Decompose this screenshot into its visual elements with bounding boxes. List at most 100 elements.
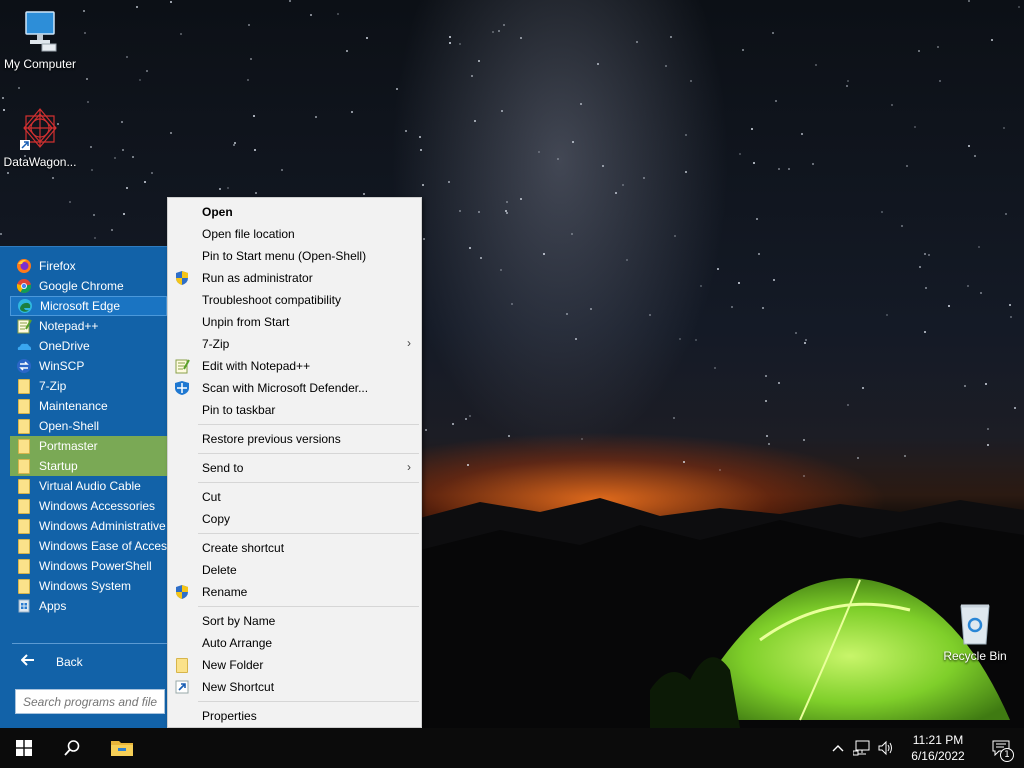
menu-item-label: Cut [202, 490, 221, 504]
star [255, 192, 257, 194]
menu-item-copy[interactable]: Copy [168, 508, 421, 530]
program-folder-maintenance[interactable]: Maintenance [10, 396, 167, 416]
menu-item-unpin-from-start[interactable]: Unpin from Start [168, 311, 421, 333]
program-folder-windows-administrative-tools[interactable]: Windows Administrative Tools [10, 516, 167, 536]
menu-item-new-shortcut[interactable]: New Shortcut [168, 676, 421, 698]
star [449, 36, 451, 38]
program-item-winscp[interactable]: WinSCP [10, 356, 167, 376]
star [18, 87, 20, 89]
arrow-left-icon [14, 653, 42, 671]
star [405, 130, 407, 132]
star [420, 149, 422, 151]
menu-item-edit-with-notepadpp[interactable]: Edit with Notepad++ [168, 355, 421, 377]
star [967, 285, 969, 287]
star [126, 187, 128, 189]
star [788, 168, 790, 170]
menu-item-open[interactable]: Open [168, 201, 421, 223]
winscp-icon [16, 358, 32, 374]
menu-item-label: Sort by Name [202, 614, 276, 628]
chevron-up-icon[interactable] [826, 728, 850, 768]
star [665, 65, 667, 67]
clock[interactable]: 11:21 PM 6/16/2022 [898, 732, 978, 764]
program-folder-portmaster[interactable]: Portmaster [10, 436, 167, 456]
star [94, 237, 96, 239]
desktop-icon-recycle-bin[interactable]: Recycle Bin [935, 600, 1015, 663]
program-folder-windows-system[interactable]: Windows System [10, 576, 167, 596]
back-button[interactable]: Back [10, 650, 167, 674]
desktop-icon-label: DataWagon... [3, 155, 77, 169]
menu-item-pin-to-start[interactable]: Pin to Start menu (Open-Shell) [168, 245, 421, 267]
program-folder-open-shell[interactable]: Open-Shell [10, 416, 167, 436]
star [924, 253, 926, 255]
star [86, 78, 88, 80]
search-input[interactable] [15, 689, 165, 714]
star [775, 100, 777, 102]
menu-item-restore-previous-versions[interactable]: Restore previous versions [168, 428, 421, 450]
star [753, 162, 755, 164]
star [695, 339, 697, 341]
program-item-notepadpp[interactable]: Notepad++ [10, 316, 167, 336]
program-item-firefox[interactable]: Firefox [10, 256, 167, 276]
program-item-google-chrome[interactable]: Google Chrome [10, 276, 167, 296]
volume-icon[interactable] [874, 728, 898, 768]
program-item-microsoft-edge[interactable]: Microsoft Edge [10, 296, 167, 316]
menu-item-label: Rename [202, 585, 248, 599]
program-folder-windows-powershell[interactable]: Windows PowerShell [10, 556, 167, 576]
folder-icon [16, 438, 32, 454]
star [964, 385, 966, 387]
star [2, 97, 4, 99]
menu-item-properties[interactable]: Properties [168, 705, 421, 727]
menu-item-send-to[interactable]: Send to › [168, 457, 421, 479]
action-center-button[interactable]: 1 [978, 728, 1024, 768]
menu-item-run-as-administrator[interactable]: Run as administrator [168, 267, 421, 289]
menu-item-7zip[interactable]: 7-Zip › [168, 333, 421, 355]
program-folder-7zip[interactable]: 7-Zip [10, 376, 167, 396]
star [918, 50, 920, 52]
menu-item-auto-arrange[interactable]: Auto Arrange [168, 632, 421, 654]
star [114, 157, 116, 159]
onedrive-icon [16, 338, 32, 354]
menu-item-rename[interactable]: Rename [168, 581, 421, 603]
program-folder-windows-ease-of-access[interactable]: Windows Ease of Access [10, 536, 167, 556]
star [891, 104, 893, 106]
program-item-apps[interactable]: Apps [10, 596, 167, 616]
star [281, 169, 283, 171]
menu-item-cut[interactable]: Cut [168, 486, 421, 508]
desktop-icon-datawagon[interactable]: DataWagon... [0, 106, 80, 169]
program-label: OneDrive [39, 339, 90, 353]
search-button[interactable] [48, 728, 96, 768]
star [978, 246, 980, 248]
star [847, 80, 849, 82]
folder-icon [16, 398, 32, 414]
star [580, 103, 582, 105]
clock-date: 6/16/2022 [911, 749, 965, 763]
chrome-icon [16, 278, 32, 294]
star [803, 475, 805, 477]
menu-item-scan-with-defender[interactable]: Scan with Microsoft Defender... [168, 377, 421, 399]
star [881, 211, 883, 213]
menu-item-create-shortcut[interactable]: Create shortcut [168, 537, 421, 559]
file-explorer-button[interactable] [98, 728, 146, 768]
menu-item-pin-to-taskbar[interactable]: Pin to taskbar [168, 399, 421, 421]
menu-item-delete[interactable]: Delete [168, 559, 421, 581]
menu-item-sort-by-name[interactable]: Sort by Name [168, 610, 421, 632]
star [968, 0, 970, 2]
program-folder-virtual-audio-cable[interactable]: Virtual Audio Cable [10, 476, 167, 496]
star [52, 177, 54, 179]
star [69, 201, 71, 203]
menu-item-new-folder[interactable]: New Folder [168, 654, 421, 676]
network-icon[interactable] [850, 728, 874, 768]
start-button[interactable] [0, 728, 48, 768]
menu-item-troubleshoot-compatibility[interactable]: Troubleshoot compatibility [168, 289, 421, 311]
program-item-onedrive[interactable]: OneDrive [10, 336, 167, 356]
desktop-icon-my-computer[interactable]: My Computer [0, 10, 80, 71]
star [571, 233, 573, 235]
menu-separator [168, 698, 421, 705]
chevron-right-icon: › [407, 336, 411, 350]
menu-item-open-file-location[interactable]: Open file location [168, 223, 421, 245]
program-folder-windows-accessories[interactable]: Windows Accessories [10, 496, 167, 516]
star [919, 266, 921, 268]
star [346, 50, 348, 52]
star [253, 115, 255, 117]
program-folder-startup[interactable]: Startup [10, 456, 167, 476]
